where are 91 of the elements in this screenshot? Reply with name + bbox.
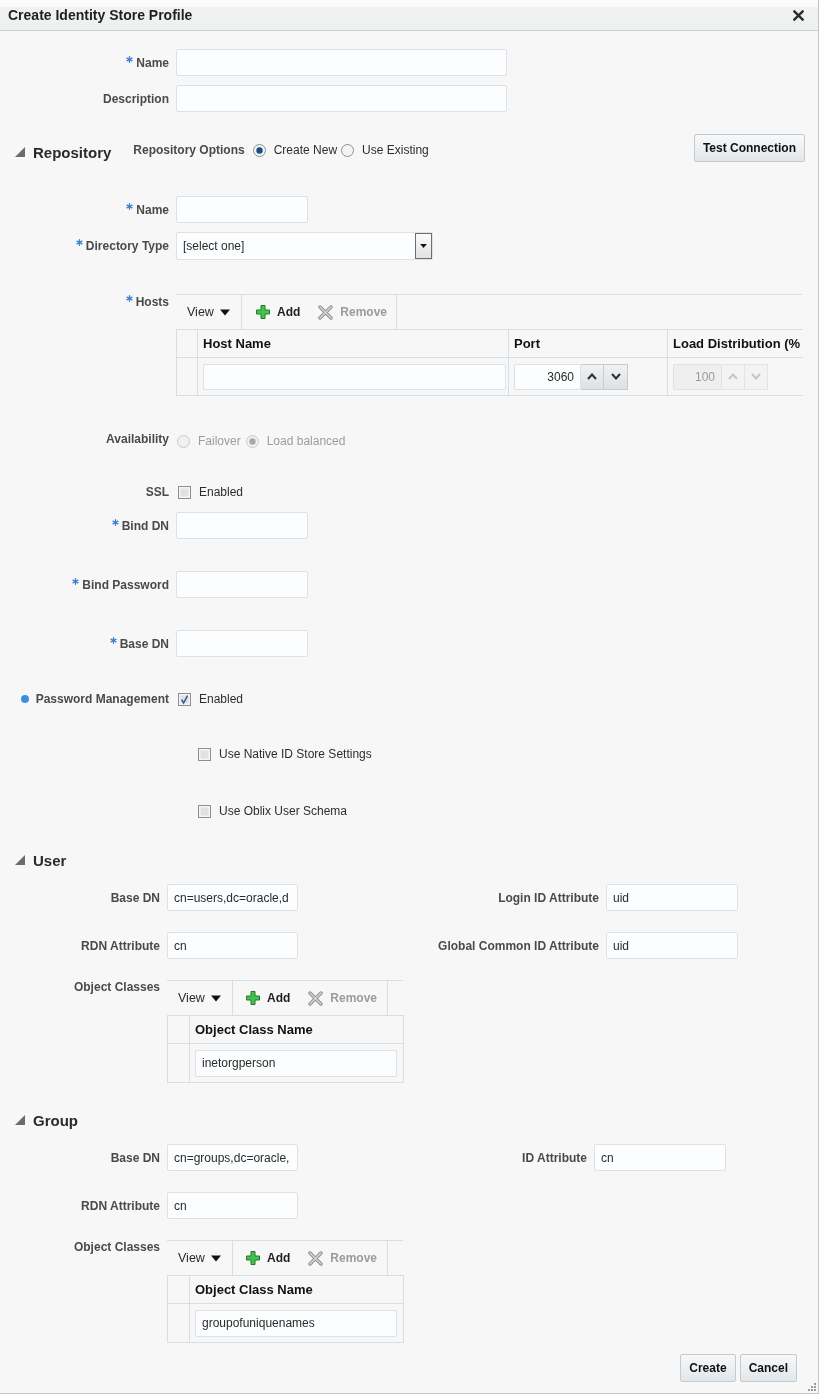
- field-label: Base DN: [110, 1150, 160, 1165]
- view-menu-button[interactable]: View: [178, 1251, 221, 1265]
- input-field[interactable]: groupofuniquenames: [195, 1309, 397, 1337]
- field-label: Password Management: [35, 692, 169, 706]
- chevron-down-icon: [610, 373, 621, 380]
- dialog-title: Create Identity Store Profile: [8, 7, 193, 23]
- input-field[interactable]: cn=groups,dc=oracle,: [167, 1144, 298, 1171]
- decrement-button[interactable]: [604, 363, 628, 390]
- x-icon: [318, 304, 334, 320]
- input-field[interactable]: cn: [167, 1192, 298, 1219]
- checkbox-icon[interactable]: [178, 692, 191, 706]
- section-title: User: [33, 851, 67, 869]
- field-label: RDN Attribute: [81, 938, 160, 953]
- caret-down-icon: [219, 308, 230, 316]
- checkbox-icon[interactable]: [198, 747, 211, 761]
- input-field[interactable]: cn: [167, 932, 298, 959]
- chevron-down-icon: [751, 373, 761, 380]
- input-field[interactable]: [176, 49, 507, 76]
- input-field[interactable]: [176, 512, 308, 539]
- column-header: Object Class Name: [189, 1015, 404, 1044]
- checkbox-label[interactable]: Use Oblix User Schema: [219, 804, 348, 818]
- dialog-button[interactable]: Cancel: [739, 1354, 797, 1382]
- input-field[interactable]: uid: [606, 884, 738, 911]
- resize-grip-icon[interactable]: [808, 1383, 816, 1391]
- field-label: SSL: [145, 485, 169, 499]
- chevron-up-icon: [728, 373, 738, 380]
- field-label: Bind DN: [121, 518, 169, 533]
- checkbox-icon[interactable]: [178, 485, 191, 499]
- option-label[interactable]: Use Existing: [362, 143, 429, 157]
- checkbox-label[interactable]: Enabled: [199, 485, 244, 499]
- column-header: Load Distribution (%: [667, 329, 803, 358]
- section-title: Group: [33, 1111, 78, 1129]
- section-title: Repository: [33, 143, 112, 161]
- add-button[interactable]: Add: [246, 1251, 291, 1265]
- field-label: RDN Attribute: [81, 1198, 160, 1213]
- input-field[interactable]: uid: [606, 932, 738, 959]
- caret-down-icon: [210, 1254, 221, 1262]
- field-label: Name: [136, 202, 169, 217]
- input-field[interactable]: cn: [594, 1144, 726, 1171]
- checkbox-label[interactable]: Enabled: [199, 692, 244, 706]
- chevron-up-icon: [587, 373, 597, 380]
- dropdown-button[interactable]: [415, 233, 432, 259]
- x-icon: [308, 990, 324, 1006]
- add-button[interactable]: Add: [256, 305, 301, 319]
- column-header: Object Class Name: [189, 1275, 404, 1304]
- field-label: Login ID Attribute: [498, 890, 599, 905]
- field-label: ID Attribute: [522, 1150, 587, 1165]
- field-label: Base DN: [110, 890, 160, 905]
- input-field[interactable]: inetorgperson: [195, 1049, 397, 1077]
- add-button[interactable]: Add: [246, 991, 291, 1005]
- number-field[interactable]: 3060: [514, 363, 581, 390]
- input-field[interactable]: [176, 196, 308, 223]
- field-label: Directory Type: [85, 239, 169, 253]
- caret-down-icon: [210, 994, 221, 1002]
- field-label: Availability: [106, 432, 169, 446]
- field-label: Description: [103, 91, 169, 106]
- option-label[interactable]: Create New: [273, 143, 338, 157]
- dialog-button[interactable]: Create: [680, 1354, 736, 1382]
- field-label: Base DN: [119, 636, 169, 651]
- field-label: Global Common ID Attribute: [438, 938, 599, 953]
- increment-button[interactable]: [581, 363, 604, 390]
- select-field[interactable]: [select one]: [176, 232, 433, 260]
- input-field[interactable]: [176, 85, 507, 112]
- field-label: Object Classes: [73, 980, 160, 994]
- field-label: Name: [136, 55, 169, 70]
- disclosure-triangle-icon[interactable]: [15, 147, 25, 157]
- view-menu-button[interactable]: View: [187, 305, 230, 319]
- radio-icon[interactable]: [341, 143, 355, 157]
- plus-icon: [246, 1251, 260, 1265]
- plus-icon: [256, 305, 270, 319]
- input-field[interactable]: [176, 571, 308, 598]
- plus-icon: [246, 991, 260, 1005]
- checkbox-icon[interactable]: [198, 804, 211, 818]
- checkbox-label[interactable]: Use Native ID Store Settings: [219, 747, 372, 761]
- column-header: Host Name: [197, 329, 509, 358]
- input-field[interactable]: [203, 363, 506, 390]
- field-label: Bind Password: [82, 577, 169, 592]
- input-field[interactable]: cn=users,dc=oracle,d: [167, 884, 298, 911]
- field-label: Object Classes: [73, 1240, 160, 1254]
- column-header: Port: [508, 329, 668, 358]
- field-label: Hosts: [135, 295, 169, 309]
- close-icon[interactable]: [793, 9, 804, 21]
- input-field[interactable]: [176, 630, 308, 657]
- field-label: Repository Options: [133, 143, 245, 157]
- x-icon: [308, 1250, 324, 1266]
- disclosure-triangle-icon[interactable]: [15, 1115, 25, 1125]
- caret-down-icon: [420, 244, 427, 248]
- radio-icon[interactable]: [252, 143, 266, 157]
- test-connection-button[interactable]: Test Connection: [693, 133, 805, 162]
- view-menu-button[interactable]: View: [178, 991, 221, 1005]
- disclosure-triangle-icon[interactable]: [15, 855, 25, 865]
